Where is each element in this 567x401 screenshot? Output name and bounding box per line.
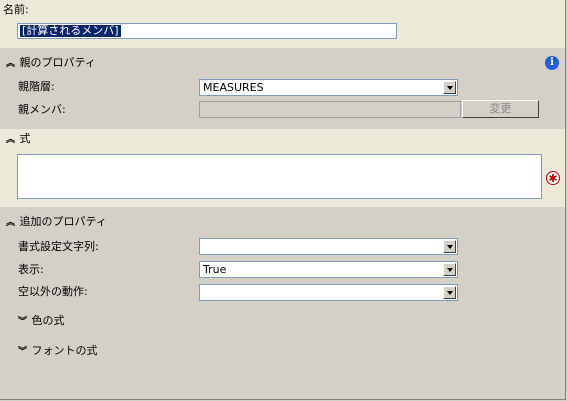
expand-chevron-icon[interactable]: ︾ — [18, 315, 28, 329]
required-icon: ✱ — [546, 171, 560, 185]
parent-hierarchy-select[interactable]: MEASURES — [199, 79, 458, 96]
parent-properties-title: 親のプロパティ — [19, 56, 96, 69]
chevron-down-icon[interactable] — [443, 263, 456, 276]
font-expression-label: フォントの式 — [31, 344, 98, 357]
parent-member-label: 親メンバ: — [18, 103, 66, 116]
parent-hierarchy-value: MEASURES — [203, 81, 264, 94]
additional-properties-section: ︽ 追加のプロパティ 書式設定文字列: 表示: True 空以外の動作: ︾ 色… — [0, 207, 565, 399]
parent-member-field — [199, 101, 461, 118]
collapse-chevron-icon[interactable]: ︽ — [6, 216, 16, 230]
chevron-down-icon[interactable] — [443, 286, 456, 299]
collapse-chevron-icon[interactable]: ︽ — [6, 133, 16, 147]
info-icon[interactable]: i — [545, 56, 559, 70]
expression-header[interactable]: ︽ 式 — [6, 132, 31, 146]
format-string-label: 書式設定文字列: — [18, 240, 99, 253]
expression-title: 式 — [19, 132, 31, 145]
color-expression-toggle[interactable]: ︾ 色の式 — [18, 314, 65, 328]
color-expression-label: 色の式 — [31, 314, 65, 327]
font-expression-toggle[interactable]: ︾ フォントの式 — [18, 344, 98, 358]
non-empty-behavior-label: 空以外の動作: — [18, 285, 88, 298]
name-area: 名前: [計算されるメンバ] — [0, 0, 565, 48]
format-string-select[interactable] — [199, 238, 458, 255]
visible-value: True — [203, 263, 227, 276]
parent-hierarchy-label: 親階層: — [18, 80, 55, 93]
expression-section: ︽ 式 ✱ — [0, 129, 565, 207]
name-value: [計算されるメンバ] — [19, 24, 122, 38]
calculation-form-panel: 名前: [計算されるメンバ] ︽ 親のプロパティ i 親階層: MEASURES… — [0, 0, 566, 400]
name-label: 名前: — [3, 3, 29, 16]
visible-select[interactable]: True — [199, 261, 458, 278]
change-button[interactable]: 変更 — [462, 100, 539, 118]
name-input[interactable]: [計算されるメンバ] — [17, 23, 397, 39]
parent-properties-header[interactable]: ︽ 親のプロパティ — [6, 56, 96, 70]
visible-label: 表示: — [18, 263, 44, 276]
non-empty-behavior-select[interactable] — [199, 284, 458, 301]
chevron-down-icon[interactable] — [443, 81, 456, 94]
chevron-down-icon[interactable] — [443, 240, 456, 253]
expand-chevron-icon[interactable]: ︾ — [18, 345, 28, 359]
collapse-chevron-icon[interactable]: ︽ — [6, 57, 16, 71]
parent-properties-section: ︽ 親のプロパティ i 親階層: MEASURES 親メンバ: 変更 — [0, 48, 565, 129]
additional-properties-title: 追加のプロパティ — [19, 215, 107, 228]
additional-properties-header[interactable]: ︽ 追加のプロパティ — [6, 215, 107, 229]
expression-textarea[interactable] — [17, 154, 542, 199]
